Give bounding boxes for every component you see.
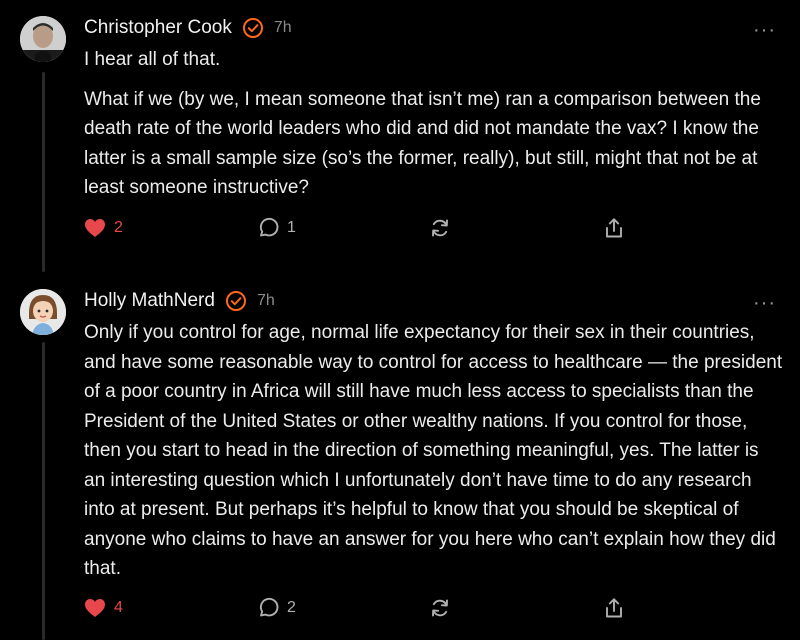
like-count: 4 [114,599,123,616]
comment-bubble-icon [257,217,279,239]
reply-button[interactable]: 1 [257,214,296,242]
heart-icon [84,598,106,618]
like-button[interactable]: 4 [84,594,123,622]
restack-icon [429,597,451,619]
timestamp: 7h [256,292,275,309]
share-button[interactable] [603,214,625,242]
like-button[interactable]: 2 [84,214,123,242]
thread-line [42,342,45,640]
reply-button[interactable]: 2 [257,594,296,622]
thread-line [42,72,45,272]
author-name[interactable]: Christopher Cook [84,17,232,39]
restack-button[interactable] [429,594,451,622]
reply-count: 2 [287,599,296,616]
comment-body: Only if you control for age, normal life… [84,318,784,594]
comment-body: I hear all of that. What if we (by we, I… [84,45,784,213]
restack-icon [429,217,451,239]
restack-button[interactable] [429,214,451,242]
comment-header: Holly MathNerd 7h [84,288,275,314]
verified-check-icon [225,290,247,312]
heart-icon [84,218,106,238]
comment-paragraph: I hear all of that. [84,49,221,70]
author-name[interactable]: Holly MathNerd [84,290,215,312]
like-count: 2 [114,219,123,236]
more-options-icon[interactable]: ··· [753,293,776,313]
comment-bubble-icon [257,597,279,619]
share-icon [603,597,625,619]
more-options-icon[interactable]: ··· [753,20,776,40]
comment-paragraph: Only if you control for age, normal life… [84,322,783,579]
timestamp: 7h [273,19,292,36]
share-icon [603,217,625,239]
comment-actions: 2 1 [84,214,644,242]
comment-header: Christopher Cook 7h [84,15,292,41]
comment-paragraph: What if we (by we, I mean someone that i… [84,88,761,199]
comment-actions: 4 2 [84,594,644,622]
share-button[interactable] [603,594,625,622]
verified-check-icon [242,17,264,39]
avatar[interactable] [20,289,66,335]
reply-count: 1 [287,219,296,236]
avatar[interactable] [20,16,66,62]
